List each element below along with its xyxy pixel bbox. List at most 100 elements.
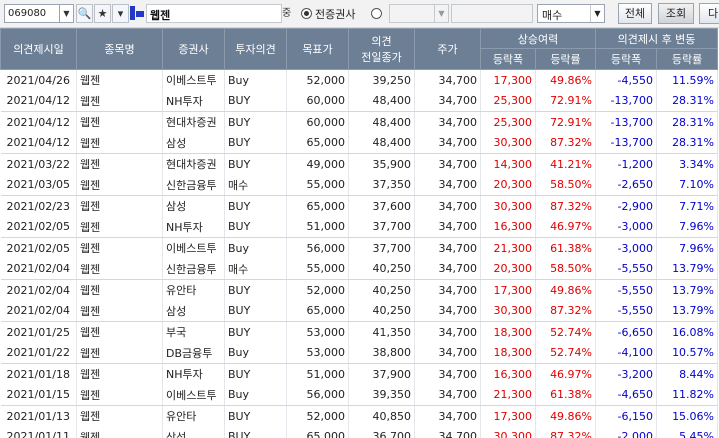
cell-up-rate: 87.32% [535, 426, 597, 438]
cell-opinion: BUY [224, 216, 287, 238]
header-broker[interactable]: 증권사 [162, 28, 225, 70]
cell-chg-rate: 15.06% [656, 405, 719, 427]
chevron-down-icon[interactable]: ▼ [435, 4, 449, 23]
radio-single-broker[interactable] [371, 8, 382, 19]
query-button[interactable]: 조회 [658, 3, 694, 24]
cell-chg-amt: -2,000 [595, 426, 658, 438]
cell-broker: 유안타 [162, 279, 225, 301]
broker-search-input[interactable] [451, 4, 533, 23]
table-row[interactable]: 2021/04/12 웹젠 현대차증권 BUY 60,000 48,400 34,700 25… [0, 111, 719, 133]
cell-opinion: BUY [224, 132, 287, 154]
cell-date: 2021/01/15 [0, 384, 77, 406]
table-row[interactable]: 2021/01/22 웹젠 DB금융투 Buy 53,000 38,800 34,700 18… [0, 342, 719, 364]
cell-up-amt: 20,300 [480, 174, 536, 196]
cell-broker: NH투자 [162, 363, 225, 385]
opinion-table: 의견제시일 종목명 증권사 투자의견 목표가 의견 전일종가 주가 상승여력 의견… [0, 28, 719, 438]
header-after-amt[interactable]: 등락폭 [595, 48, 658, 70]
table-row[interactable]: 2021/02/05 웹젠 이베스트투 Buy 56,000 37,700 34,700 21… [0, 237, 719, 259]
cell-chg-amt: -3,000 [595, 237, 658, 259]
table-row[interactable]: 2021/01/25 웹젠 부국 BUY 53,000 41,350 34,700 18,30… [0, 321, 719, 343]
stock-name: 웹젠 [146, 4, 282, 23]
cell-chg-amt: -4,550 [595, 69, 658, 91]
chevron-down-icon[interactable]: ▼ [590, 5, 604, 22]
table-row[interactable]: 2021/04/26 웹젠 이베스트투 Buy 52,000 39,250 34,700 17… [0, 69, 719, 91]
cell-price: 34,700 [414, 174, 481, 196]
opinion-type-select[interactable]: 매수 ▼ [537, 4, 605, 23]
table-row[interactable]: 2021/02/23 웹젠 삼성 BUY 65,000 37,600 34,700 30,30… [0, 195, 719, 217]
cell-stock: 웹젠 [76, 384, 163, 406]
cell-chg-amt: -2,900 [595, 195, 658, 217]
table-row[interactable]: 2021/04/12 웹젠 NH투자 BUY 60,000 48,400 34,700 25,… [0, 90, 719, 112]
cell-prev: 37,900 [348, 363, 415, 385]
cell-chg-amt: -4,100 [595, 342, 658, 364]
cell-broker: 부국 [162, 321, 225, 343]
cell-up-amt: 14,300 [480, 153, 536, 175]
cell-chg-rate: 10.57% [656, 342, 719, 364]
table-row[interactable]: 2021/01/18 웹젠 NH투자 BUY 51,000 37,900 34,700 16,… [0, 363, 719, 385]
cell-broker: 신한금융투 [162, 174, 225, 196]
cell-chg-amt: -13,700 [595, 111, 658, 133]
cell-broker: 이베스트투 [162, 384, 225, 406]
table-row[interactable]: 2021/02/04 웹젠 삼성 BUY 65,000 40,250 34,700 30,30… [0, 300, 719, 322]
header-target[interactable]: 목표가 [286, 28, 349, 70]
cell-chg-amt: -6,150 [595, 405, 658, 427]
cell-target: 56,000 [286, 384, 349, 406]
cell-price: 34,700 [414, 300, 481, 322]
cell-up-amt: 21,300 [480, 237, 536, 259]
table-row[interactable]: 2021/02/04 웹젠 신한금융투 매수 55,000 40,250 34,700 20,… [0, 258, 719, 280]
table-row[interactable]: 2021/04/12 웹젠 삼성 BUY 65,000 48,400 34,700 30,30… [0, 132, 719, 154]
table-row[interactable]: 2021/02/05 웹젠 NH투자 BUY 51,000 37,700 34,700 16,… [0, 216, 719, 238]
table-row[interactable]: 2021/01/15 웹젠 이베스트투 Buy 56,000 39,350 34,700 21… [0, 384, 719, 406]
cell-stock: 웹젠 [76, 405, 163, 427]
header-upside-amt[interactable]: 등락폭 [480, 48, 536, 70]
next-button[interactable]: 다 [699, 3, 719, 24]
cell-stock: 웹젠 [76, 342, 163, 364]
cell-up-rate: 72.91% [535, 111, 597, 133]
cell-chg-amt: -4,650 [595, 384, 658, 406]
header-after-rate[interactable]: 등락률 [656, 48, 719, 70]
cell-broker: 신한금융투 [162, 258, 225, 280]
table-row[interactable]: 2021/01/13 웹젠 유안타 BUY 52,000 40,850 34,700 17,3… [0, 405, 719, 427]
cell-up-rate: 49.86% [535, 405, 597, 427]
cell-prev: 40,250 [348, 300, 415, 322]
cell-price: 34,700 [414, 258, 481, 280]
cell-opinion: Buy [224, 384, 287, 406]
cell-target: 53,000 [286, 321, 349, 343]
header-date[interactable]: 의견제시일 [0, 28, 77, 70]
cell-up-amt: 17,300 [480, 279, 536, 301]
cell-chg-rate: 7.71% [656, 195, 719, 217]
cell-prev: 41,350 [348, 321, 415, 343]
all-button[interactable]: 전체 [618, 3, 652, 24]
cell-stock: 웹젠 [76, 69, 163, 91]
stock-code-input[interactable]: 069080 [4, 4, 60, 23]
table-row[interactable]: 2021/02/04 웹젠 유안타 BUY 52,000 40,250 34,700 17,3… [0, 279, 719, 301]
radio-all-brokers[interactable] [301, 8, 312, 19]
dropdown-icon[interactable]: ▾ [112, 4, 129, 23]
header-upside-rate[interactable]: 등락률 [534, 48, 597, 70]
cell-opinion: BUY [224, 363, 287, 385]
table-row[interactable]: 2021/03/22 웹젠 현대차증권 BUY 49,000 35,900 34,700 14… [0, 153, 719, 175]
header-prev-close[interactable]: 의견 전일종가 [348, 28, 415, 70]
cell-up-amt: 18,300 [480, 342, 536, 364]
cell-chg-rate: 13.79% [656, 300, 719, 322]
cell-chg-rate: 16.08% [656, 321, 719, 343]
cell-up-rate: 52.74% [535, 342, 597, 364]
broker-select[interactable] [389, 4, 435, 23]
cell-prev: 37,350 [348, 174, 415, 196]
cell-date: 2021/04/12 [0, 90, 77, 112]
cell-chg-rate: 11.82% [656, 384, 719, 406]
cell-price: 34,700 [414, 132, 481, 154]
header-price[interactable]: 주가 [414, 28, 481, 70]
cell-up-amt: 25,300 [480, 90, 536, 112]
header-opinion[interactable]: 투자의견 [224, 28, 287, 70]
table-row[interactable]: 2021/01/11 웹젠 삼성 BUY 65,000 36,700 34,700 30,30… [0, 426, 719, 438]
header-stock[interactable]: 종목명 [76, 28, 163, 70]
star-icon[interactable]: ★ [94, 4, 111, 23]
cell-price: 34,700 [414, 90, 481, 112]
cell-up-rate: 87.32% [535, 132, 597, 154]
chevron-down-icon[interactable]: ▼ [60, 4, 74, 23]
table-row[interactable]: 2021/03/05 웹젠 신한금융투 매수 55,000 37,350 34,700 20,… [0, 174, 719, 196]
cell-broker: 이베스트투 [162, 237, 225, 259]
search-icon[interactable]: 🔍 [76, 4, 93, 23]
cell-price: 34,700 [414, 153, 481, 175]
